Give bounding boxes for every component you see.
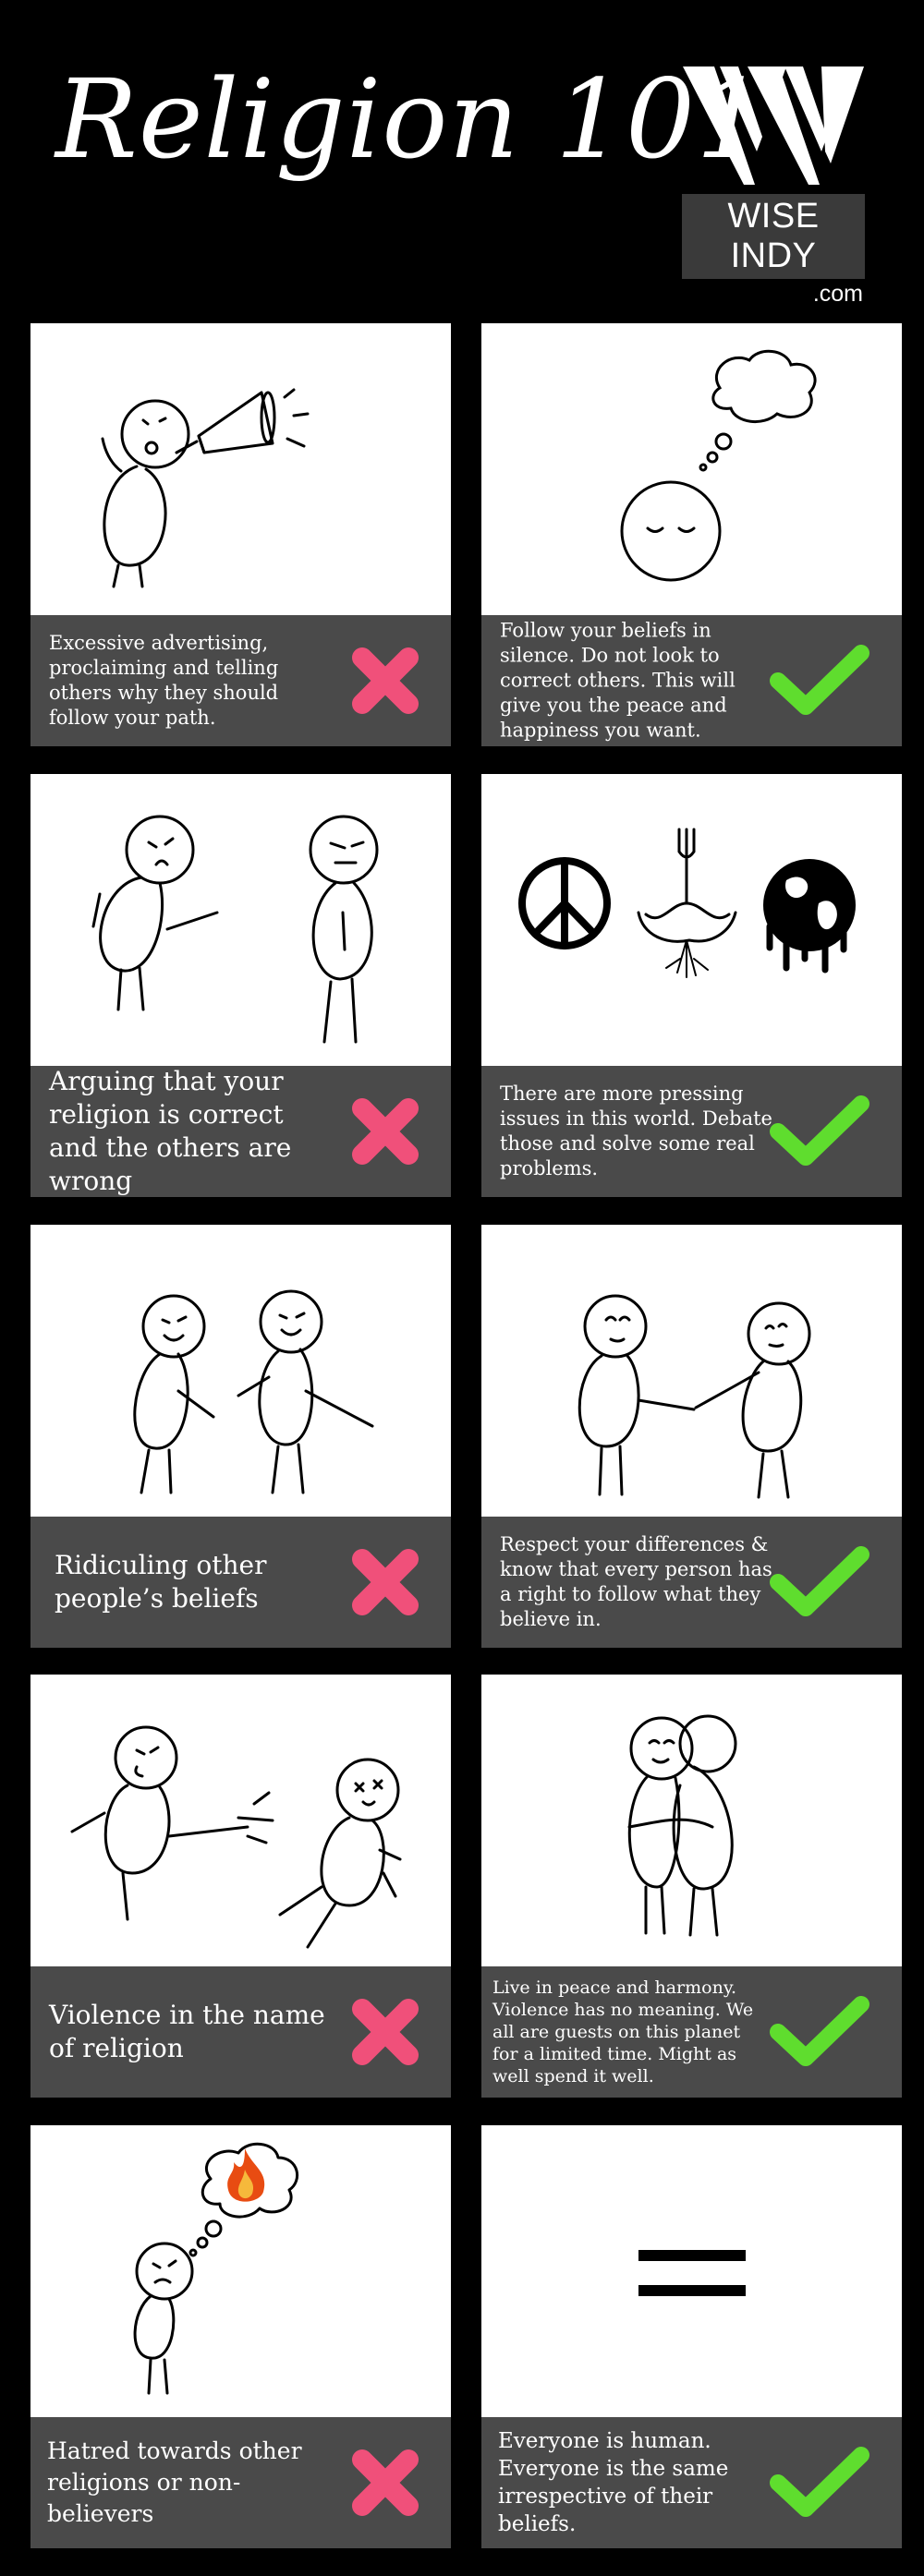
- check-icon: [770, 1996, 869, 2066]
- cross-icon: [352, 2449, 419, 2516]
- melting-globe-icon: [763, 859, 856, 974]
- caption-bar: Respect your differences & know that eve…: [481, 1517, 902, 1648]
- hatred-illustration: [133, 2142, 298, 2395]
- check-icon: [770, 1095, 869, 1166]
- caption-text: Respect your differences & know that eve…: [500, 1533, 772, 1630]
- caption-text: Violence in the name of religion: [49, 2000, 325, 2063]
- panel-dont-2: Arguing that your religion is correct an…: [30, 774, 451, 1197]
- cross-icon: [352, 1098, 419, 1165]
- advertising-illustration: [101, 388, 310, 588]
- panel-do-5: Everyone is human. Everyone is the same …: [481, 2125, 902, 2548]
- caption-text: There are more pressing issues in this w…: [500, 1082, 772, 1179]
- handshake-illustration: [578, 1294, 811, 1499]
- caption-bar: Ridiculing other people’s beliefs: [30, 1517, 451, 1648]
- violence-illustration: [70, 1725, 402, 1949]
- caption-bar: There are more pressing issues in this w…: [481, 1066, 902, 1197]
- caption-text: Excessive advertising, proclaiming and t…: [49, 632, 279, 729]
- arguing-illustration: [91, 815, 379, 1044]
- panel-do-1: Follow your beliefs in silence. Do not l…: [481, 323, 902, 746]
- panel-dont-5: Hatred towards other religions or non-be…: [30, 2125, 451, 2548]
- caption-bar: Everyone is human. Everyone is the same …: [481, 2417, 902, 2548]
- world-issues-illustration: [518, 828, 856, 978]
- caption-bar: Follow your beliefs in silence. Do not l…: [481, 615, 902, 746]
- header: Religion 101 WISE INDY .com: [0, 0, 924, 323]
- panel-dont-3: Ridiculing other people’s beliefs: [30, 1225, 451, 1648]
- ridiculing-illustration: [133, 1289, 374, 1494]
- caption-bar: Arguing that your religion is correct an…: [30, 1066, 451, 1197]
- caption-text: Hatred towards other religions or non-be…: [47, 2437, 302, 2527]
- logo-suffix: .com: [812, 281, 863, 307]
- panel-do-4: Live in peace and harmony. Violence has …: [481, 1675, 902, 2098]
- caption-bar: Hatred towards other religions or non-be…: [30, 2417, 451, 2548]
- caption-bar: Violence in the name of religion: [30, 1966, 451, 2098]
- check-icon: [770, 2447, 869, 2517]
- logo: WISE INDY .com: [682, 67, 865, 308]
- check-icon: [770, 1546, 869, 1616]
- panel-do-2: There are more pressing issues in this w…: [481, 774, 902, 1197]
- check-icon: [770, 645, 869, 715]
- logo-text: WISE INDY: [682, 194, 865, 279]
- panel-dont-1: Excessive advertising, proclaiming and t…: [30, 323, 451, 746]
- cross-icon: [352, 1549, 419, 1615]
- caption-text: Follow your beliefs in silence. Do not l…: [500, 619, 736, 742]
- caption-text: Arguing that your religion is correct an…: [49, 1066, 292, 1196]
- caption-text: Ridiculing other people’s beliefs: [55, 1550, 267, 1614]
- equals-illustration: [638, 2250, 746, 2296]
- page-title: Religion 101: [55, 55, 767, 183]
- caption-bar: Live in peace and harmony. Violence has …: [481, 1966, 902, 2098]
- cross-icon: [352, 1999, 419, 2065]
- equals-icon: [638, 2250, 746, 2296]
- cross-icon: [352, 647, 419, 714]
- panel-do-3: Respect your differences & know that eve…: [481, 1225, 902, 1648]
- hug-illustration: [627, 1714, 737, 1937]
- logo-w-icon: [683, 67, 864, 185]
- caption-text: Everyone is human. Everyone is the same …: [498, 2429, 729, 2536]
- meditating-face-illustration: [620, 349, 817, 582]
- caption-bar: Excessive advertising, proclaiming and t…: [30, 615, 451, 746]
- panel-dont-4: Violence in the name of religion: [30, 1675, 451, 2098]
- caption-text: Live in peace and harmony. Violence has …: [492, 1977, 754, 2086]
